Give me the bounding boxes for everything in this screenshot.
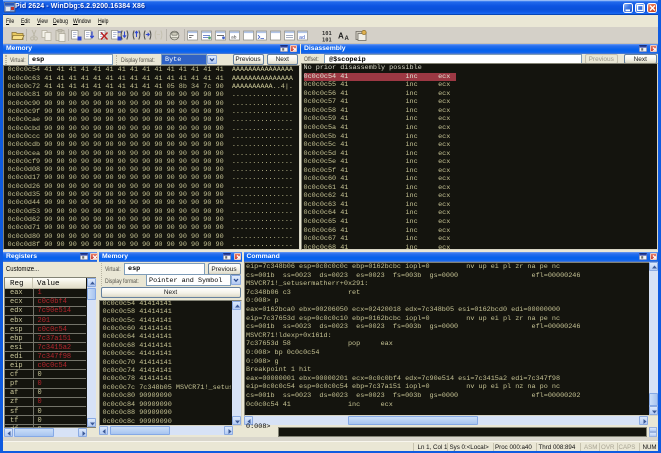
svg-text:A: A [345,36,350,42]
svg-text:ad: ad [299,35,305,41]
svg-text:101: 101 [322,31,332,37]
svg-text:101: 101 [322,38,332,43]
svg-text:ab: ab [231,35,237,41]
svg-text:A: A [338,32,344,41]
